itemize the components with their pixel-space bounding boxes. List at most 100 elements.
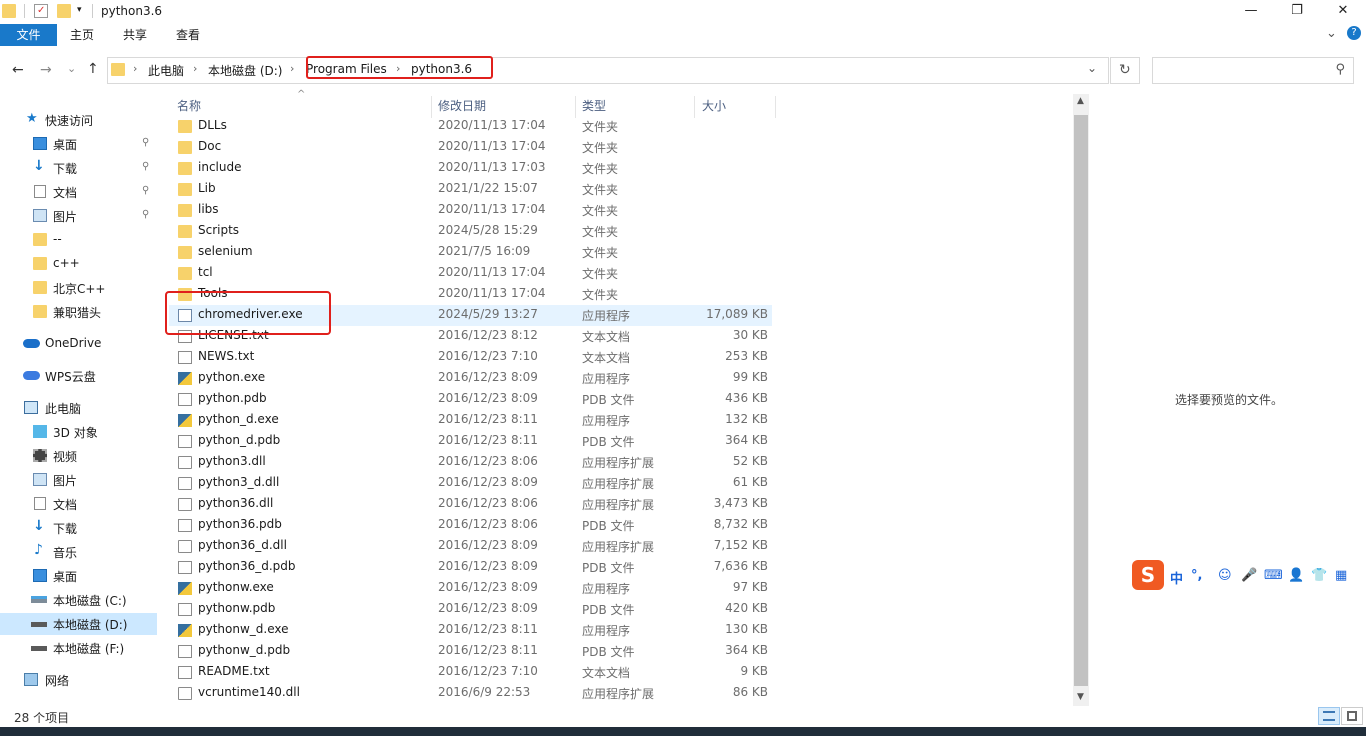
column-header-date[interactable]: 修改日期 xyxy=(438,96,486,118)
breadcrumb-separator[interactable]: › xyxy=(290,62,294,75)
nav-folder-beijing-cpp[interactable]: 北京C++ xyxy=(0,277,157,299)
file-row[interactable]: vcruntime140.dll 2016/6/9 22:53 应用程序扩展 86 K… xyxy=(169,683,772,704)
minimize-button[interactable]: — xyxy=(1228,0,1274,24)
file-row[interactable]: Lib 2021/1/22 15:07 文件夹 xyxy=(169,179,772,200)
quick-access-dropdown-icon[interactable]: ▾ xyxy=(77,5,82,15)
file-row[interactable]: tcl 2020/11/13 17:04 文件夹 xyxy=(169,263,772,284)
tab-view[interactable]: 查看 xyxy=(166,24,210,46)
file-row[interactable]: python36_d.pdb 2016/12/23 8:09 PDB 文件 7,636… xyxy=(169,557,772,578)
properties-icon[interactable]: ✓ xyxy=(34,4,48,18)
file-row[interactable]: Doc 2020/11/13 17:04 文件夹 xyxy=(169,137,772,158)
nav-pictures[interactable]: 图片 ⚲ xyxy=(0,205,157,227)
file-row[interactable]: selenium 2021/7/5 16:09 文件夹 xyxy=(169,242,772,263)
new-folder-icon[interactable] xyxy=(57,4,71,18)
nav-folder-dashes[interactable]: -- xyxy=(0,229,157,251)
nav-quick-access[interactable]: ★ 快速访问 xyxy=(0,109,157,131)
column-header-name[interactable]: 名称 xyxy=(177,96,201,118)
nav-folder-cpp[interactable]: c++ xyxy=(0,253,157,275)
ime-punctuation-icon[interactable]: °, xyxy=(1191,568,1202,583)
thumbnail-view-button[interactable] xyxy=(1341,707,1363,725)
file-row[interactable]: python.exe 2016/12/23 8:09 应用程序 99 KB xyxy=(169,368,772,389)
forward-button[interactable]: → xyxy=(40,62,52,78)
file-row[interactable]: DLLs 2020/11/13 17:04 文件夹 xyxy=(169,116,772,137)
up-button[interactable]: ↑ xyxy=(87,61,99,77)
nav-drive-f[interactable]: 本地磁盘 (F:) xyxy=(0,637,157,659)
tab-file[interactable]: 文件 xyxy=(0,24,57,46)
back-button[interactable]: ← xyxy=(12,62,24,78)
nav-documents[interactable]: 文档 ⚲ xyxy=(0,181,157,203)
nav-folder-headhunter[interactable]: 兼职猎头 xyxy=(0,301,157,323)
file-row[interactable]: NEWS.txt 2016/12/23 7:10 文本文档 253 KB xyxy=(169,347,772,368)
pin-icon[interactable]: ⚲ xyxy=(142,161,149,172)
file-row[interactable]: pythonw_d.exe 2016/12/23 8:11 应用程序 130 KB xyxy=(169,620,772,641)
user-icon[interactable]: 👤 xyxy=(1288,568,1304,583)
pin-icon[interactable]: ⚲ xyxy=(142,137,149,148)
address-dropdown-icon[interactable]: ⌄ xyxy=(1087,61,1097,75)
emoji-icon[interactable]: ☺ xyxy=(1218,568,1232,583)
search-input[interactable]: ⚲ xyxy=(1152,57,1354,84)
breadcrumb-drive-d[interactable]: 本地磁盘 (D:) xyxy=(208,62,282,79)
column-divider[interactable] xyxy=(431,96,432,118)
breadcrumb-this-pc[interactable]: 此电脑 xyxy=(148,62,184,79)
file-row[interactable]: python.pdb 2016/12/23 8:09 PDB 文件 436 KB xyxy=(169,389,772,410)
nav-downloads-pc[interactable]: ↓ 下载 xyxy=(0,517,157,539)
close-button[interactable]: ✕ xyxy=(1320,0,1366,24)
ime-mode-toggle[interactable]: 中 xyxy=(1170,568,1183,587)
nav-desktop[interactable]: 桌面 ⚲ xyxy=(0,133,157,155)
file-row[interactable]: Scripts 2024/5/28 15:29 文件夹 xyxy=(169,221,772,242)
breadcrumb-separator[interactable]: › xyxy=(133,62,137,75)
file-row[interactable]: pythonw_d.pdb 2016/12/23 8:11 PDB 文件 364 KB xyxy=(169,641,772,662)
nav-drive-d[interactable]: 本地磁盘 (D:) xyxy=(0,613,157,635)
scrollbar-thumb[interactable] xyxy=(1074,115,1088,686)
column-divider[interactable] xyxy=(775,96,776,118)
file-row[interactable]: libs 2020/11/13 17:04 文件夹 xyxy=(169,200,772,221)
file-row[interactable]: pythonw.pdb 2016/12/23 8:09 PDB 文件 420 KB xyxy=(169,599,772,620)
nav-pictures-pc[interactable]: 图片 xyxy=(0,469,157,491)
column-divider[interactable] xyxy=(694,96,695,118)
search-icon[interactable]: ⚲ xyxy=(1335,62,1345,77)
nav-videos[interactable]: 视频 xyxy=(0,445,157,467)
ime-toolbar[interactable]: S 中 °, ☺ 🎤 ⌨ 👤 👕 ▦ xyxy=(1130,560,1358,592)
breadcrumb-separator[interactable]: › xyxy=(193,62,197,75)
help-icon[interactable]: ? xyxy=(1347,26,1361,40)
file-row[interactable]: pythonw.exe 2016/12/23 8:09 应用程序 97 KB xyxy=(169,578,772,599)
nav-documents-pc[interactable]: 文档 xyxy=(0,493,157,515)
file-row[interactable]: python3.dll 2016/12/23 8:06 应用程序扩展 52 KB xyxy=(169,452,772,473)
tab-share[interactable]: 共享 xyxy=(113,24,157,46)
column-header-size[interactable]: 大小 xyxy=(702,96,726,118)
nav-3d-objects[interactable]: 3D 对象 xyxy=(0,421,157,443)
pin-icon[interactable]: ⚲ xyxy=(142,209,149,220)
nav-network[interactable]: 网络 xyxy=(0,669,157,691)
sogou-logo-icon[interactable]: S xyxy=(1132,560,1164,590)
nav-onedrive[interactable]: OneDrive xyxy=(0,333,157,355)
nav-music[interactable]: ♪ 音乐 xyxy=(0,541,157,563)
nav-drive-c[interactable]: 本地磁盘 (C:) xyxy=(0,589,157,611)
recent-locations-button[interactable]: ⌄ xyxy=(67,62,76,75)
file-row[interactable]: include 2020/11/13 17:03 文件夹 xyxy=(169,158,772,179)
nav-desktop-pc[interactable]: 桌面 xyxy=(0,565,157,587)
nav-downloads[interactable]: ↓ 下载 ⚲ xyxy=(0,157,157,179)
nav-this-pc[interactable]: 此电脑 xyxy=(0,397,157,419)
nav-wps-cloud[interactable]: WPS云盘 xyxy=(0,365,157,387)
microphone-icon[interactable]: 🎤 xyxy=(1241,568,1257,583)
file-row[interactable]: README.txt 2016/12/23 7:10 文本文档 9 KB xyxy=(169,662,772,683)
toolbox-icon[interactable]: ▦ xyxy=(1335,568,1347,583)
pin-icon[interactable]: ⚲ xyxy=(142,185,149,196)
ribbon-collapse-icon[interactable]: ⌄ xyxy=(1326,26,1337,41)
file-row[interactable]: python3_d.dll 2016/12/23 8:09 应用程序扩展 61 KB xyxy=(169,473,772,494)
details-view-button[interactable] xyxy=(1318,707,1340,725)
file-row[interactable]: python36.pdb 2016/12/23 8:06 PDB 文件 8,732 K… xyxy=(169,515,772,536)
scroll-down-icon[interactable]: ▼ xyxy=(1077,692,1084,702)
maximize-button[interactable]: ❐ xyxy=(1274,0,1320,24)
file-row[interactable]: python_d.exe 2016/12/23 8:11 应用程序 132 KB xyxy=(169,410,772,431)
scroll-up-icon[interactable]: ▲ xyxy=(1077,96,1084,106)
keyboard-icon[interactable]: ⌨ xyxy=(1264,568,1283,583)
file-row[interactable]: python_d.pdb 2016/12/23 8:11 PDB 文件 364 KB xyxy=(169,431,772,452)
column-divider[interactable] xyxy=(575,96,576,118)
column-header-type[interactable]: 类型 xyxy=(582,96,606,118)
refresh-button[interactable]: ↻ xyxy=(1110,57,1140,84)
file-row[interactable]: python36_d.dll 2016/12/23 8:09 应用程序扩展 7,152… xyxy=(169,536,772,557)
skin-icon[interactable]: 👕 xyxy=(1311,568,1327,583)
tab-home[interactable]: 主页 xyxy=(60,24,104,46)
file-row[interactable]: python36.dll 2016/12/23 8:06 应用程序扩展 3,473 K… xyxy=(169,494,772,515)
